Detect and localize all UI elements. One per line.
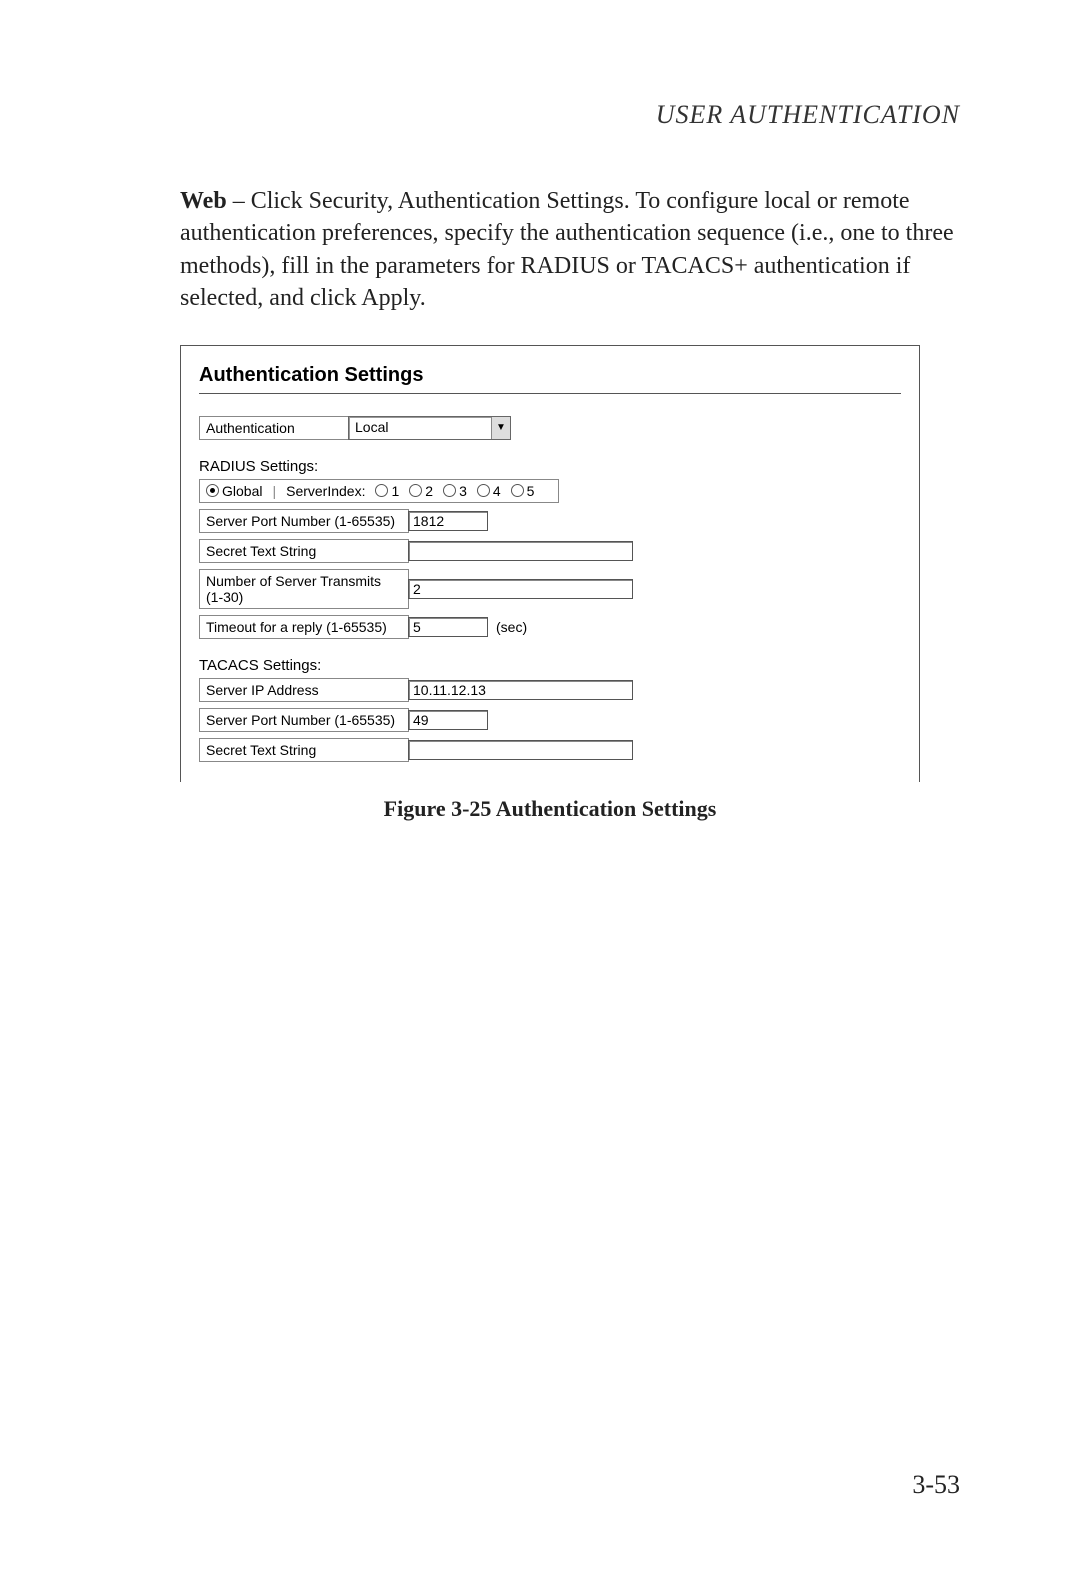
tacacs-heading: TACACS Settings: [199,657,901,674]
paragraph-rest: – Click Security, Authentication Setting… [180,188,954,311]
tacacs-port-label: Server Port Number (1-65535) [199,708,409,732]
panel-title: Authentication Settings [199,364,901,387]
radius-transmits-label: Number of Server Transmits (1-30) [199,569,409,609]
timeout-unit: (sec) [496,619,527,635]
auth-select-value: Local [349,417,491,439]
tacacs-secret-row: Secret Text String [199,738,901,762]
radio-5-label: 5 [527,483,535,499]
radius-transmits-row: Number of Server Transmits (1-30) [199,569,901,609]
divider: | [272,483,276,499]
radius-timeout-label: Timeout for a reply (1-65535) [199,615,409,639]
page: USER AUTHENTICATION Web – Click Security… [0,0,1080,1570]
radius-heading: RADIUS Settings: [199,458,901,475]
radio-5[interactable]: 5 [511,483,535,499]
panel-divider [199,393,901,394]
radius-radio-row: Global | ServerIndex: 1 2 3 [199,479,901,503]
figure-caption: Figure 3-25 Authentication Settings [180,796,920,822]
auth-row: Authentication Local ▼ [199,416,901,440]
tacacs-ip-input[interactable] [408,680,633,700]
radio-1[interactable]: 1 [375,483,399,499]
radio-2-label: 2 [425,483,433,499]
radio-icon [511,484,524,497]
radius-secret-row: Secret Text String [199,539,901,563]
page-number: 3-53 [912,1470,960,1500]
radio-icon [409,484,422,497]
tacacs-port-input[interactable] [408,710,488,730]
radius-timeout-row: Timeout for a reply (1-65535) (sec) [199,615,901,639]
tacacs-secret-input[interactable] [408,740,633,760]
radio-global-label: Global [222,483,262,499]
radius-timeout-input[interactable] [408,617,488,637]
auth-label: Authentication [199,416,349,440]
body-paragraph: Web – Click Security, Authentication Set… [180,185,960,315]
radius-port-input[interactable] [408,511,488,531]
running-header: USER AUTHENTICATION [180,100,960,130]
radius-secret-label: Secret Text String [199,539,409,563]
auth-select[interactable]: Local ▼ [348,416,511,440]
tacacs-secret-label: Secret Text String [199,738,409,762]
radio-3[interactable]: 3 [443,483,467,499]
radius-port-row: Server Port Number (1-65535) [199,509,901,533]
server-index-label: ServerIndex: [286,483,365,499]
tacacs-ip-row: Server IP Address [199,678,901,702]
radio-icon [443,484,456,497]
radio-icon [375,484,388,497]
figure-panel: Authentication Settings Authentication L… [180,345,920,782]
radio-global[interactable]: Global [206,483,262,499]
radio-icon [206,484,219,497]
radio-1-label: 1 [391,483,399,499]
server-index-group: Global | ServerIndex: 1 2 3 [199,479,559,503]
radio-icon [477,484,490,497]
radio-4-label: 4 [493,483,501,499]
chevron-down-icon[interactable]: ▼ [491,417,510,439]
radio-2[interactable]: 2 [409,483,433,499]
tacacs-port-row: Server Port Number (1-65535) [199,708,901,732]
tacacs-ip-label: Server IP Address [199,678,409,702]
radio-3-label: 3 [459,483,467,499]
radius-secret-input[interactable] [408,541,633,561]
radio-4[interactable]: 4 [477,483,501,499]
lead-word: Web [180,188,227,214]
radius-transmits-input[interactable] [408,579,633,599]
radius-port-label: Server Port Number (1-65535) [199,509,409,533]
